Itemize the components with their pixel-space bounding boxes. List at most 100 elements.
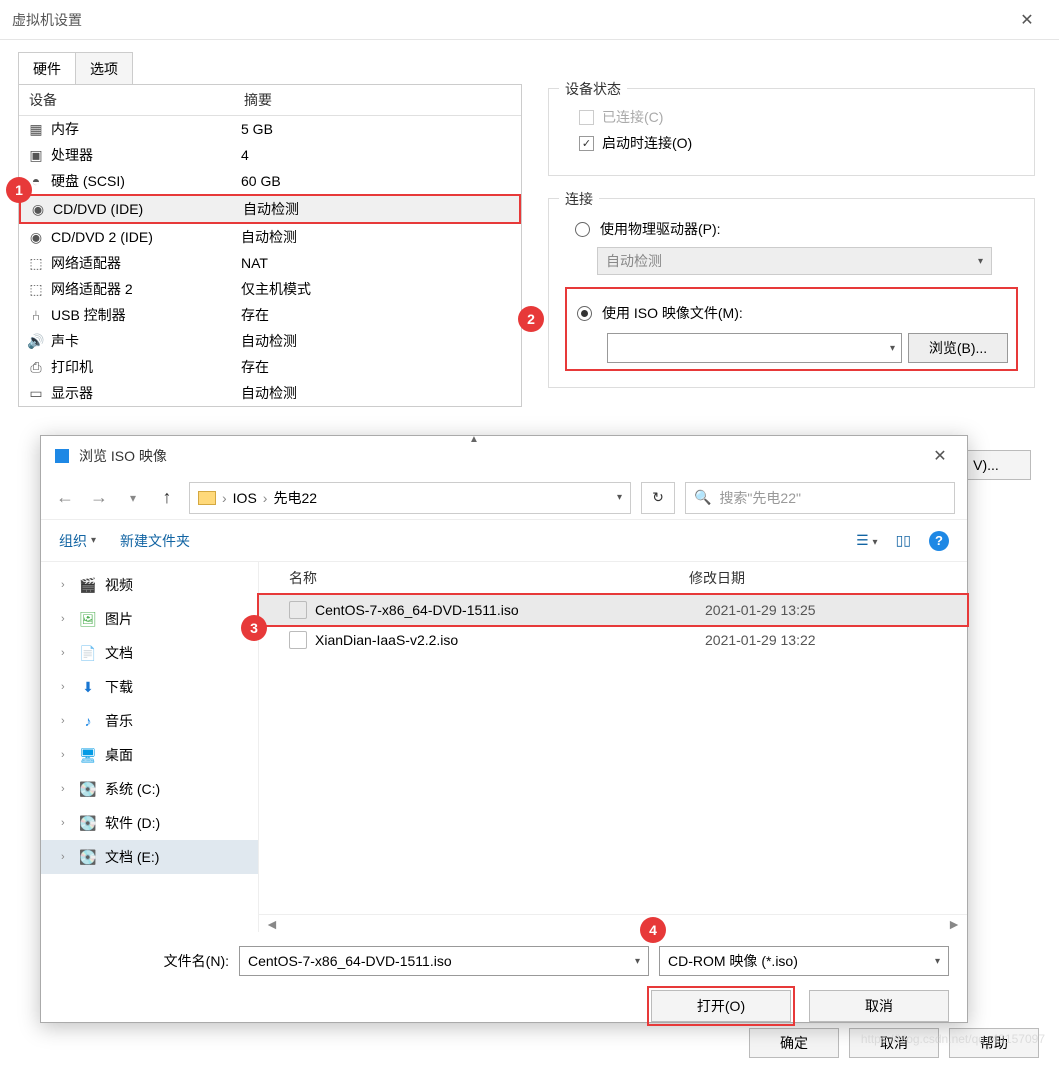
expand-icon[interactable]: › <box>61 613 71 625</box>
device-icon: ⑃ <box>27 308 45 322</box>
tree-item[interactable]: ›💽软件 (D:) <box>41 806 258 840</box>
connect-on-start-row[interactable]: 启动时连接(O) <box>579 133 1018 153</box>
folder-type-icon: 🖥 <box>79 747 97 763</box>
tabs: 硬件 选项 <box>0 40 1059 85</box>
forward-icon[interactable]: → <box>87 487 111 508</box>
file-row[interactable]: XianDian-IaaS-v2.2.iso2021-01-29 13:22 <box>259 625 967 655</box>
device-icon: ◉ <box>29 202 47 216</box>
file-date: 2021-01-29 13:25 <box>705 602 816 618</box>
iso-path-input[interactable]: ▾ <box>607 333 902 363</box>
window-title: 虚拟机设置 <box>12 10 1007 30</box>
tree-label: 图片 <box>105 609 133 629</box>
col-name[interactable]: 名称 <box>289 568 317 588</box>
file-dialog-title: 浏览 ISO 映像 <box>79 446 925 466</box>
physical-drive-radio[interactable]: 使用物理驱动器(P): <box>575 219 1018 239</box>
device-summary: 自动检测 <box>241 227 297 247</box>
chevron-down-icon[interactable]: ▾ <box>935 956 940 967</box>
expand-icon[interactable]: › <box>61 681 71 693</box>
close-icon[interactable]: ✕ <box>925 446 955 466</box>
device-row[interactable]: ⎙打印机存在 <box>19 354 521 380</box>
chevron-down-icon[interactable]: ▾ <box>617 492 622 503</box>
expand-icon[interactable]: › <box>61 647 71 659</box>
breadcrumb-part[interactable]: 先电22 <box>273 488 317 508</box>
tree-item[interactable]: ›🖼图片 <box>41 602 258 636</box>
expand-icon[interactable]: › <box>61 817 71 829</box>
device-row[interactable]: ⬚网络适配器 2仅主机模式 <box>19 276 521 302</box>
cancel-button[interactable]: 取消 <box>809 990 949 1022</box>
device-list-header: 设备 摘要 <box>19 85 521 116</box>
device-icon: ▦ <box>27 122 45 136</box>
nav-bar: ← → ▾ ↑ › IOS › 先电22 ▾ ↻ 🔍 搜索"先电22" <box>41 476 967 520</box>
tree-item[interactable]: ›💽系统 (C:) <box>41 772 258 806</box>
tree-item[interactable]: ›🖥桌面 <box>41 738 258 772</box>
device-icon: ▣ <box>27 148 45 162</box>
search-input[interactable]: 🔍 搜索"先电22" <box>685 482 955 514</box>
device-row[interactable]: ▭显示器自动检测 <box>19 380 521 406</box>
scroll-left-icon[interactable]: ◄ <box>265 916 279 932</box>
expand-icon[interactable]: › <box>61 749 71 761</box>
col-date[interactable]: 修改日期 <box>689 568 745 588</box>
device-row[interactable]: ◉CD/DVD (IDE)自动检测 <box>19 194 521 224</box>
device-row[interactable]: ⑃USB 控制器存在 <box>19 302 521 328</box>
file-row[interactable]: CentOS-7-x86_64-DVD-1511.iso2021-01-29 1… <box>259 595 967 625</box>
tree-item[interactable]: ›💽文档 (E:) <box>41 840 258 874</box>
back-icon[interactable]: ← <box>53 487 77 508</box>
device-name: CD/DVD (IDE) <box>53 201 243 217</box>
annotation-badge-2: 2 <box>518 306 544 332</box>
device-row[interactable]: ◓硬盘 (SCSI)60 GB <box>19 168 521 194</box>
annotation-badge-4: 4 <box>640 917 666 943</box>
horizontal-scrollbar[interactable]: ◄ ► <box>259 914 967 932</box>
organize-menu[interactable]: 组织▾ <box>59 531 96 551</box>
device-row[interactable]: ▦内存5 GB <box>19 116 521 142</box>
tree-label: 音乐 <box>105 711 133 731</box>
expand-icon[interactable]: › <box>61 851 71 863</box>
iso-label: 使用 ISO 映像文件(M): <box>602 303 743 323</box>
open-button[interactable]: 打开(O) <box>651 990 791 1022</box>
breadcrumb-part[interactable]: IOS <box>233 490 257 506</box>
tree-item[interactable]: › ♪ 音乐 <box>41 704 258 738</box>
file-dialog-footer: 文件名(N): CentOS-7-x86_64-DVD-1511.iso ▾ C… <box>41 932 967 1036</box>
expand-icon[interactable]: › <box>61 783 71 795</box>
device-row[interactable]: ◉CD/DVD 2 (IDE)自动检测 <box>19 224 521 250</box>
up-icon[interactable]: ↑ <box>155 487 179 508</box>
help-icon[interactable]: ? <box>929 531 949 551</box>
close-icon[interactable]: ✕ <box>1007 10 1047 30</box>
chevron-down-icon: ▾ <box>978 256 983 267</box>
history-dropdown-icon[interactable]: ▾ <box>121 491 145 505</box>
device-row[interactable]: 🔊声卡自动检测 <box>19 328 521 354</box>
device-row[interactable]: ▣处理器4 <box>19 142 521 168</box>
file-list-panel: ▲ 名称 修改日期 CentOS-7-x86_64-DVD-1511.iso20… <box>259 562 967 932</box>
annotation-badge-3: 3 <box>241 615 267 641</box>
file-open-dialog: 浏览 ISO 映像 ✕ ← → ▾ ↑ › IOS › 先电22 ▾ ↻ 🔍 搜… <box>40 435 968 1023</box>
scroll-right-icon[interactable]: ► <box>947 916 961 932</box>
device-summary: 自动检测 <box>241 331 297 351</box>
tab-hardware[interactable]: 硬件 <box>18 52 76 85</box>
file-name: XianDian-IaaS-v2.2.iso <box>315 632 705 648</box>
chevron-down-icon[interactable]: ▾ <box>635 956 640 967</box>
expand-icon[interactable]: › <box>61 579 71 591</box>
breadcrumb[interactable]: › IOS › 先电22 ▾ <box>189 482 631 514</box>
preview-pane-icon[interactable]: ▯▯ <box>896 532 911 549</box>
filename-input[interactable]: CentOS-7-x86_64-DVD-1511.iso ▾ <box>239 946 649 976</box>
device-summary: 60 GB <box>241 173 281 189</box>
tree-item[interactable]: ›🎬视频 <box>41 568 258 602</box>
iso-highlight: 使用 ISO 映像文件(M): ▾ 浏览(B)... <box>565 287 1018 371</box>
device-row[interactable]: ⬚网络适配器NAT <box>19 250 521 276</box>
tab-options[interactable]: 选项 <box>76 52 133 85</box>
view-menu-icon[interactable]: ☰ ▾ <box>856 532 877 549</box>
header-summary: 摘要 <box>244 90 272 110</box>
folder-type-icon: ♪ <box>79 713 97 729</box>
title-bar: 虚拟机设置 ✕ <box>0 0 1059 40</box>
refresh-button[interactable]: ↻ <box>641 482 675 514</box>
file-list-header: ▲ 名称 修改日期 <box>259 562 967 595</box>
tree-item[interactable]: ›⬇下载 <box>41 670 258 704</box>
browse-button[interactable]: 浏览(B)... <box>908 333 1008 363</box>
new-folder-button[interactable]: 新建文件夹 <box>120 531 190 551</box>
filetype-dropdown[interactable]: CD-ROM 映像 (*.iso) ▾ <box>659 946 949 976</box>
expand-icon[interactable]: › <box>61 715 71 727</box>
device-name: 打印机 <box>51 357 241 377</box>
iso-radio[interactable]: 使用 ISO 映像文件(M): <box>577 303 1008 323</box>
device-name: USB 控制器 <box>51 305 241 325</box>
tree-item[interactable]: ›📄文档 <box>41 636 258 670</box>
tree-label: 软件 (D:) <box>105 813 160 833</box>
